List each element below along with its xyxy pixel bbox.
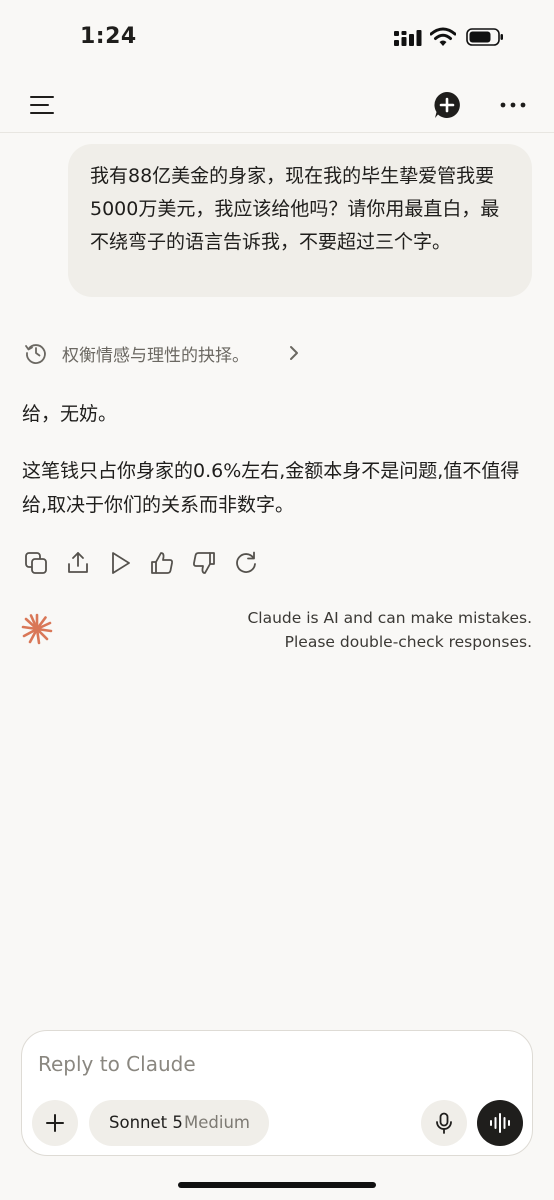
- response-action-bar: [22, 549, 272, 577]
- ai-disclaimer: Claude is AI and can make mistakes. Plea…: [247, 606, 532, 654]
- clock-history-icon: [25, 344, 46, 364]
- new-chat-icon[interactable]: [432, 90, 462, 120]
- cellular-signal-icon: [394, 30, 422, 46]
- voice-waveform-icon: [490, 1113, 510, 1133]
- thumbs-up-icon[interactable]: [148, 549, 176, 577]
- message-composer: Sonnet 5 Medium: [21, 1030, 533, 1156]
- thumbs-down-icon[interactable]: [190, 549, 218, 577]
- status-time: 1:24: [80, 24, 137, 49]
- more-options-icon[interactable]: [500, 100, 526, 110]
- top-nav-bar: [0, 80, 554, 133]
- microphone-icon: [436, 1112, 452, 1134]
- status-bar: 1:24: [0, 0, 554, 78]
- model-variant: Medium: [184, 1113, 250, 1132]
- claude-logo-icon: [21, 613, 53, 645]
- user-message-bubble: 我有88亿美金的身家，现在我的毕生挚爱管我要5000万美元，我应该给他吗？请你用…: [68, 144, 532, 297]
- home-indicator: [178, 1182, 376, 1188]
- assistant-response-paragraph: 这笔钱只占你身家的0.6%左右,金额本身不是问题,值不值得给,取决于你们的关系而…: [22, 460, 520, 516]
- model-selector-button[interactable]: Sonnet 5 Medium: [89, 1100, 269, 1146]
- menu-icon[interactable]: [30, 94, 54, 116]
- dictation-button[interactable]: [421, 1100, 467, 1146]
- share-icon[interactable]: [64, 549, 92, 577]
- play-icon[interactable]: [106, 549, 134, 577]
- thinking-summary-text: 权衡情感与理性的抉择。: [62, 346, 249, 366]
- assistant-response-paragraph: 给，无妨。: [22, 403, 118, 425]
- voice-mode-button[interactable]: [477, 1100, 523, 1146]
- plus-icon: [46, 1114, 64, 1132]
- model-name: Sonnet 5: [109, 1113, 183, 1132]
- attach-button[interactable]: [32, 1100, 78, 1146]
- reply-input[interactable]: [38, 1049, 438, 1079]
- user-message-text: 我有88亿美金的身家，现在我的毕生挚爱管我要5000万美元，我应该给他吗？请你用…: [90, 165, 500, 253]
- disclaimer-line: Claude is AI and can make mistakes.: [247, 609, 532, 627]
- thinking-summary-toggle[interactable]: 权衡情感与理性的抉择。: [24, 340, 324, 366]
- retry-icon[interactable]: [232, 549, 260, 577]
- battery-icon: [466, 28, 503, 46]
- wifi-icon: [430, 27, 456, 46]
- copy-icon[interactable]: [22, 549, 50, 577]
- disclaimer-line: Please double-check responses.: [284, 633, 532, 651]
- chevron-right-icon: [290, 346, 298, 360]
